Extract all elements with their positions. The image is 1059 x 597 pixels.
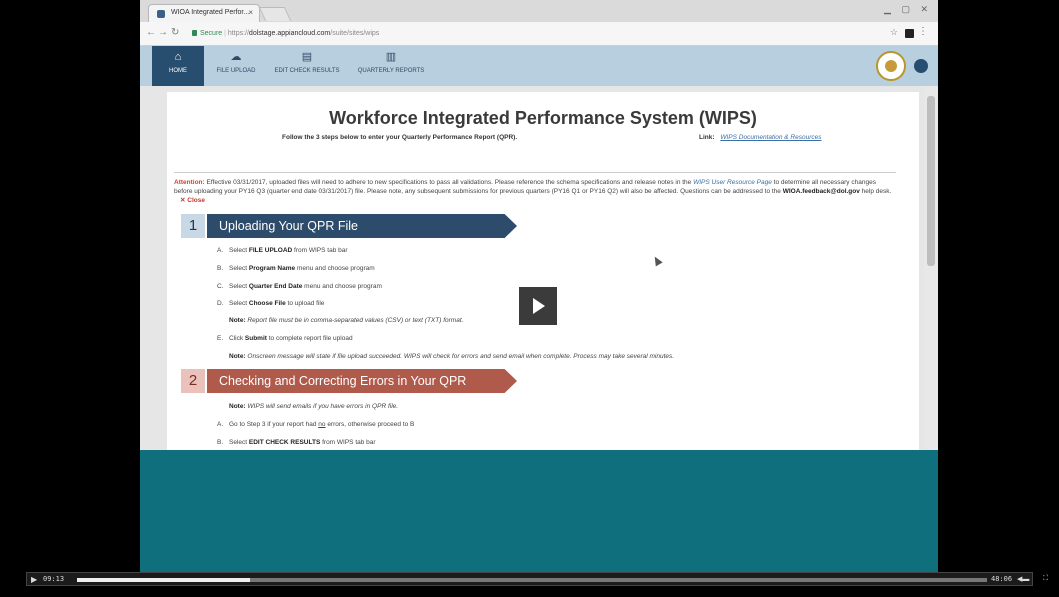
bookmark-star-icon[interactable]: ☆ — [890, 27, 898, 38]
window-controls[interactable]: ▁ ▢ ✕ — [884, 4, 932, 15]
documentation-link[interactable]: WIPS Documentation & Resources — [720, 134, 821, 141]
section-2-note: Note: WIPS will send emails if you have … — [229, 403, 399, 410]
step-1d: D. Select Choose File to upload file — [217, 300, 325, 307]
address-bar: ← → ↻ Secure | https://dolstage.appiancl… — [140, 22, 938, 46]
elapsed-time: 09:13 — [43, 575, 65, 583]
nav-quarterly-reports-label: QUARTERLY REPORTS — [357, 68, 425, 74]
nav-home[interactable]: ⌂ HOME — [152, 46, 204, 92]
tab-strip: WIOA Integrated Perfor... × ▁ ▢ ✕ — [140, 0, 938, 22]
attention-notice: Attention: Effective 03/31/2017, uploade… — [174, 172, 896, 205]
extension-icon[interactable] — [905, 29, 914, 38]
content-card: Workforce Integrated Performance System … — [167, 92, 919, 450]
attention-text-1: Effective 03/31/2017, uploaded files wil… — [206, 179, 692, 186]
step-2b: B. Select EDIT CHECK RESULTS from WIPS ta… — [217, 439, 376, 446]
nav-edit-check-results-label: EDIT CHECK RESULTS — [274, 68, 340, 74]
cloud-upload-icon: ☁ — [230, 51, 242, 63]
step-1b: B. Select Program Name menu and choose pr… — [217, 265, 375, 272]
volume-icon[interactable]: ◀▬ — [1017, 575, 1029, 583]
house-icon: ⌂ — [174, 51, 182, 63]
page-viewport: Workforce Integrated Performance System … — [140, 86, 938, 450]
nav-file-upload[interactable]: ☁ FILE UPLOAD — [206, 46, 266, 86]
secure-label: Secure — [200, 30, 223, 37]
page-title: Workforce Integrated Performance System … — [329, 108, 757, 128]
step-2a: A. Go to Step 3 if your report had no err… — [217, 421, 415, 428]
attention-text-3: help desk. — [861, 188, 892, 195]
close-notice-button[interactable]: ✕ Close — [180, 197, 205, 204]
mouse-cursor-icon — [651, 254, 663, 267]
nav-home-label: HOME — [169, 68, 187, 74]
menu-kebab-icon[interactable]: ⋮ — [918, 26, 928, 37]
section-2-title: Checking and Correcting Errors in Your Q… — [207, 369, 517, 393]
tab-close-icon[interactable]: × — [248, 8, 253, 17]
scrollbar-thumb[interactable] — [927, 96, 935, 266]
seek-bar-progress — [77, 578, 250, 582]
step-1e-note: Note: Onscreen message will state if fil… — [229, 353, 675, 360]
page-subtitle: Follow the 3 steps below to enter your Q… — [282, 134, 518, 141]
step-1d-note: Note: Report file must be in comma-separ… — [229, 317, 464, 324]
tab-title: WIOA Integrated Perfor... — [171, 9, 250, 16]
new-tab-button[interactable] — [258, 7, 292, 21]
favicon-icon — [157, 10, 165, 18]
forward-arrow-icon[interactable]: → — [158, 27, 168, 38]
nav-edit-check-results[interactable]: ▤ EDIT CHECK RESULTS — [268, 46, 346, 86]
video-player: WIOA Integrated Perfor... × ▁ ▢ ✕ ← → ↻ … — [0, 0, 1059, 597]
section-1-title: Uploading Your QPR File — [207, 214, 517, 238]
feedback-email[interactable]: WIOA.feedback@dol.gov — [783, 188, 860, 195]
url-prefix: https:// — [227, 30, 249, 37]
app-nav-bar: ⌂ HOME ☁ FILE UPLOAD ▤ EDIT CHECK RESULT… — [140, 46, 938, 92]
play-overlay-button[interactable] — [519, 287, 557, 325]
documentation-link-row: Link: WIPS Documentation & Resources — [699, 134, 822, 141]
reload-icon[interactable]: ↻ — [171, 27, 179, 38]
divider — [174, 172, 896, 173]
seek-bar[interactable] — [77, 578, 987, 582]
nav-quarterly-reports[interactable]: ▥ QUARTERLY REPORTS — [348, 46, 434, 86]
video-background-panel — [140, 450, 938, 572]
url-field[interactable]: Secure | https://dolstage.appiancloud.co… — [186, 26, 876, 42]
browser-window: WIOA Integrated Perfor... × ▁ ▢ ✕ ← → ↻ … — [140, 0, 938, 572]
duration-time: 48:06 — [991, 575, 1013, 583]
user-resource-link[interactable]: WIPS User Resource Page — [693, 179, 772, 186]
document-icon: ▤ — [301, 51, 313, 63]
step-1e: E. Click Submit to complete report file u… — [217, 335, 353, 342]
play-icon[interactable]: ▶ — [31, 575, 37, 584]
browser-tab[interactable]: WIOA Integrated Perfor... × — [148, 4, 260, 22]
step-1c: C. Select Quarter End Date menu and choos… — [217, 283, 382, 290]
section-1-number: 1 — [181, 214, 205, 238]
url-path: /suite/sites/wips — [330, 30, 380, 37]
section-2-number: 2 — [181, 369, 205, 393]
scrollbar[interactable] — [924, 86, 938, 450]
fullscreen-icon[interactable]: ⛶ — [1043, 575, 1048, 583]
dol-seal-logo — [876, 51, 906, 81]
url-host: dolstage.appiancloud.com — [248, 30, 331, 37]
video-controls: ▶ 09:13 48:06 ◀▬ ⛶ — [26, 572, 1048, 586]
lock-icon — [192, 30, 197, 36]
attention-label: Attention: — [174, 179, 205, 186]
link-label: Link: — [699, 134, 715, 141]
bar-chart-icon: ▥ — [385, 51, 397, 63]
back-arrow-icon[interactable]: ← — [146, 27, 156, 38]
user-avatar[interactable] — [914, 59, 928, 73]
step-1a: A. Select FILE UPLOAD from WIPS tab bar — [217, 247, 348, 254]
nav-file-upload-label: FILE UPLOAD — [216, 68, 256, 74]
